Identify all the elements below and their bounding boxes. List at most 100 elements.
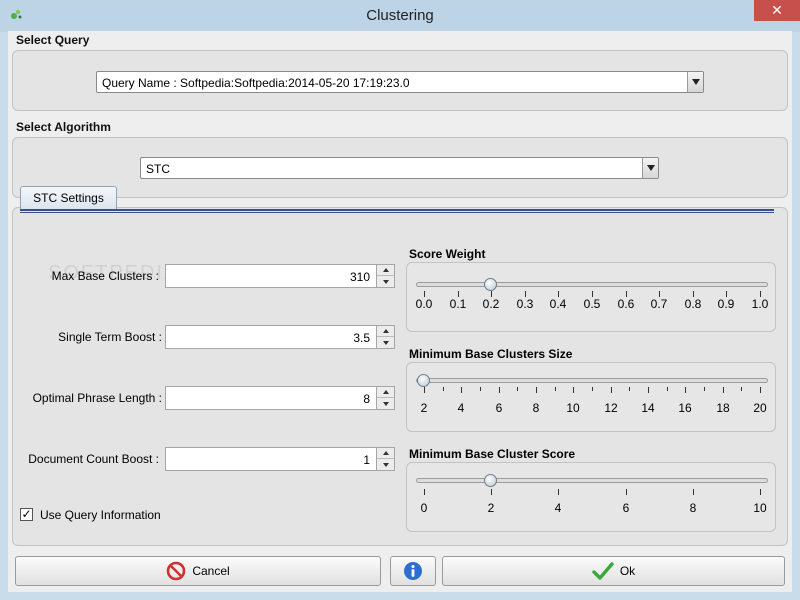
slider-tick-label: 12: [604, 401, 618, 415]
close-button[interactable]: ✕: [754, 0, 800, 21]
max-base-clusters-label: Max Base Clusters :: [51, 269, 159, 283]
single-term-boost-spinner[interactable]: 3.5: [165, 325, 395, 349]
max-base-clusters-spinner[interactable]: 310: [165, 264, 395, 288]
algorithm-select-arrow[interactable]: [642, 158, 658, 178]
spinner-up-button[interactable]: [377, 265, 394, 276]
chevron-up-icon: [382, 451, 389, 455]
slider-tick-label: 2: [487, 501, 495, 515]
use-query-information-checkbox[interactable]: ✓: [20, 508, 33, 521]
slider-tick: [693, 489, 694, 495]
slider-tick: [424, 387, 425, 393]
slider-tick: [648, 387, 649, 393]
slider-minor-tick: [517, 387, 518, 391]
slider-tick: [499, 387, 500, 393]
slider-minor-tick: [629, 387, 630, 391]
slider-thumb[interactable]: [417, 374, 430, 387]
slider-tick: [558, 489, 559, 495]
chevron-down-icon: [382, 279, 389, 284]
algorithm-select[interactable]: STC: [140, 157, 659, 179]
slider-tick-label: 0.3: [516, 297, 534, 311]
slider-tick: [611, 387, 612, 393]
chevron-up-icon: [382, 329, 389, 333]
max-base-clusters-value: 310: [349, 270, 370, 284]
spinner-up-button[interactable]: [377, 326, 394, 337]
slider-tick: [626, 489, 627, 495]
slider-tick-label: 18: [716, 401, 730, 415]
min-base-cluster-score-title: Minimum Base Cluster Score: [409, 447, 576, 461]
query-select[interactable]: Query Name : Softpedia:Softpedia:2014-05…: [96, 71, 704, 93]
slider-tick: [723, 387, 724, 393]
tab-divider: [20, 209, 774, 211]
slider-tick-label: 0.9: [717, 297, 735, 311]
optimal-phrase-length-spinner[interactable]: 8: [165, 386, 395, 410]
select-algorithm-label: Select Algorithm: [16, 120, 111, 134]
slider-tick: [536, 387, 537, 393]
slider-track[interactable]: [416, 282, 768, 287]
spinner-down-button[interactable]: [377, 276, 394, 287]
slider-tick: [573, 387, 574, 393]
chevron-down-icon: [691, 79, 700, 85]
min-base-clusters-size-title: Minimum Base Clusters Size: [409, 347, 573, 361]
slider-minor-tick: [443, 387, 444, 391]
info-button[interactable]: [390, 556, 436, 586]
query-select-value: Query Name : Softpedia:Softpedia:2014-05…: [102, 76, 410, 90]
spinner-down-button[interactable]: [377, 459, 394, 470]
slider-tick-label: 10: [566, 401, 580, 415]
slider-tick-label: 1.0: [751, 297, 769, 311]
slider-minor-tick: [667, 387, 668, 391]
window-title: Clustering: [366, 7, 434, 24]
slider-tick: [424, 489, 425, 495]
select-query-label: Select Query: [16, 33, 90, 47]
slider-tick: [685, 387, 686, 393]
optimal-phrase-length-label: Optimal Phrase Length :: [32, 391, 162, 405]
slider-minor-tick: [555, 387, 556, 391]
tab-divider-secondary: [20, 212, 774, 213]
cancel-button[interactable]: Cancel: [15, 556, 381, 586]
chevron-up-icon: [382, 268, 389, 272]
slider-tick-label: 6: [622, 501, 630, 515]
slider-tick-label: 4: [554, 501, 562, 515]
cancel-icon: [167, 561, 186, 581]
chevron-down-icon: [646, 165, 655, 171]
document-count-boost-label: Document Count Boost :: [28, 452, 159, 466]
slider-minor-tick: [741, 387, 742, 391]
spinner-down-button[interactable]: [377, 398, 394, 409]
slider-tick-label: 20: [753, 401, 767, 415]
spinner-down-button[interactable]: [377, 337, 394, 348]
slider-tick-label: 0.1: [449, 297, 467, 311]
slider-tick: [760, 387, 761, 393]
slider-track[interactable]: [416, 378, 768, 383]
slider-tick-label: 0.0: [415, 297, 433, 311]
info-icon: [404, 562, 422, 580]
ok-button[interactable]: Ok: [442, 556, 785, 586]
cancel-button-label: Cancel: [192, 564, 230, 578]
slider-minor-tick: [704, 387, 705, 391]
single-term-boost-value: 3.5: [353, 331, 370, 345]
slider-tick-label: 14: [641, 401, 655, 415]
min-base-clusters-size-panel: [406, 362, 776, 432]
slider-thumb[interactable]: [484, 278, 497, 291]
slider-tick-label: 0.6: [617, 297, 635, 311]
slider-track[interactable]: [416, 478, 768, 483]
query-select-arrow[interactable]: [687, 72, 703, 92]
slider-tick-label: 10: [753, 501, 767, 515]
slider-tick: [760, 489, 761, 495]
slider-tick-label: 0.7: [650, 297, 668, 311]
slider-tick: [461, 387, 462, 393]
min-base-cluster-score-panel: [406, 462, 776, 532]
chevron-down-icon: [382, 462, 389, 467]
ok-button-label: Ok: [619, 564, 636, 578]
slider-tick-label: 0.8: [684, 297, 702, 311]
slider-tick-label: 0.5: [583, 297, 601, 311]
chevron-down-icon: [382, 340, 389, 345]
tab-stc-settings[interactable]: STC Settings: [20, 186, 117, 210]
chevron-up-icon: [382, 390, 389, 394]
slider-thumb[interactable]: [484, 474, 497, 487]
spinner-up-button[interactable]: [377, 448, 394, 459]
spinner-up-button[interactable]: [377, 387, 394, 398]
slider-tick-label: 0.4: [549, 297, 567, 311]
chevron-down-icon: [382, 401, 389, 406]
document-count-boost-spinner[interactable]: 1: [165, 447, 395, 471]
checkmark-icon: [592, 562, 614, 580]
slider-tick-label: 6: [495, 401, 503, 415]
